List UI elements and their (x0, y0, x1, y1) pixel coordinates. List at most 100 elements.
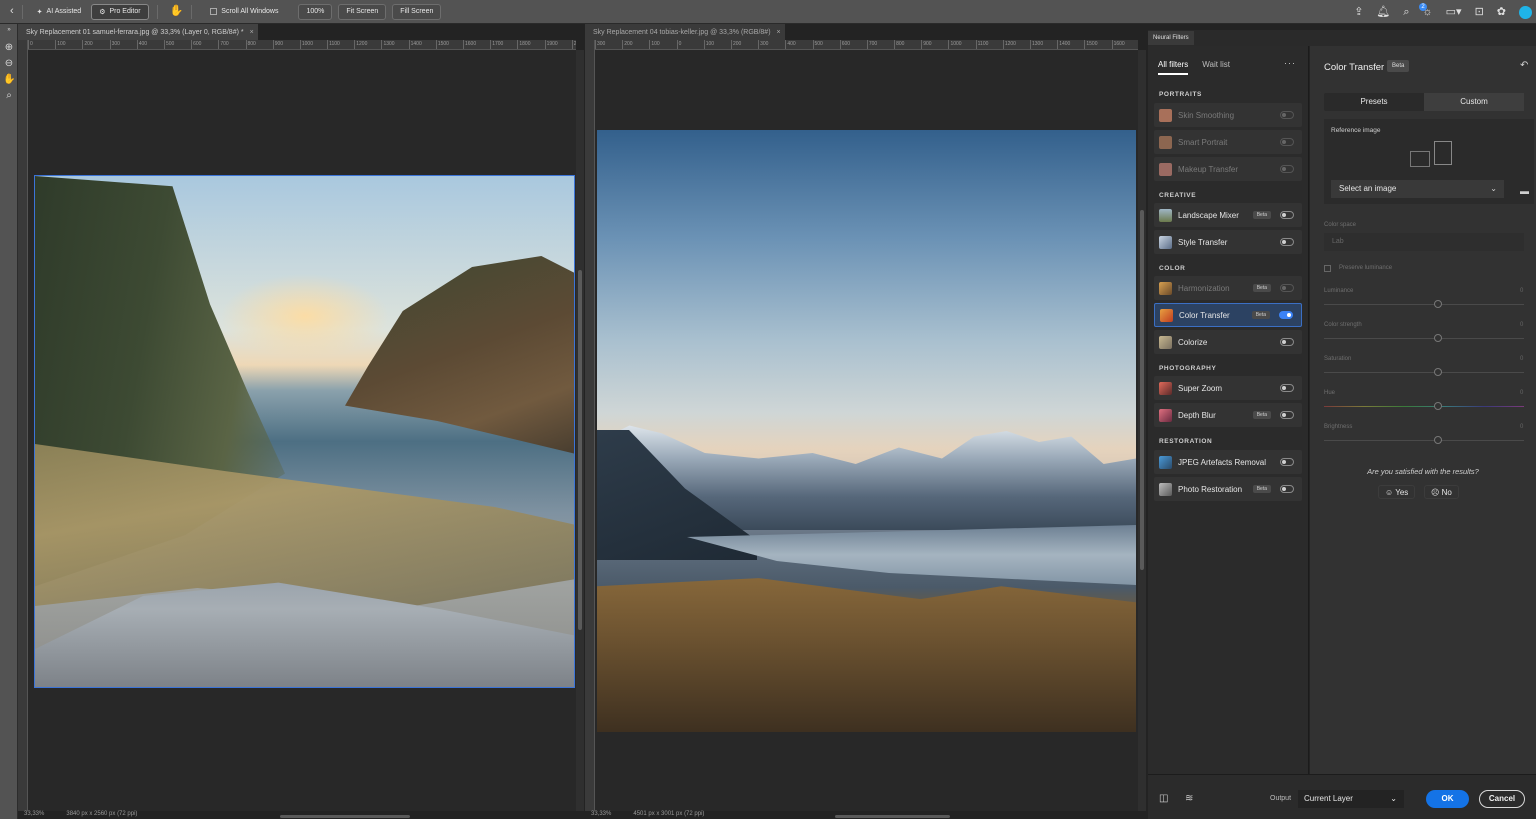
tab-all-filters[interactable]: All filters (1158, 60, 1189, 75)
horizontal-scroll-thumb-1[interactable] (280, 815, 410, 818)
apps-icon[interactable]: ✿ (1497, 6, 1506, 18)
luminance-slider[interactable] (1324, 300, 1524, 308)
magnifier-icon[interactable]: ⌕ (3, 90, 15, 102)
expand-tools-icon[interactable]: » (3, 24, 15, 36)
filter-toggle[interactable] (1280, 238, 1294, 246)
ruler-tick: 300 (109, 40, 137, 49)
feedback-question: Are you satisfied with the results? (1367, 467, 1479, 476)
brightness-label: Brightness (1324, 424, 1353, 430)
ruler-tick: 900 (921, 40, 948, 49)
filter-toggle[interactable] (1280, 458, 1294, 466)
zoom-in-icon[interactable]: ⊕ (3, 42, 15, 54)
pro-editor-button[interactable]: ⚙ Pro Editor (91, 3, 149, 20)
zoom-out-icon[interactable]: ⊖ (3, 58, 15, 70)
screen-mode-icon[interactable]: ⊡ (1475, 6, 1484, 18)
luminance-value: 0 (1520, 288, 1524, 294)
filter-colorize[interactable]: Colorize (1154, 330, 1302, 354)
scroll-thumb[interactable] (578, 270, 582, 630)
fill-screen-button[interactable]: Fill Screen (392, 3, 442, 20)
tab-wait-list[interactable]: Wait list (1202, 60, 1230, 75)
scroll-all-windows-checkbox[interactable]: Scroll All Windows (202, 4, 286, 20)
filter-harmonization[interactable]: Harmonization Beta (1154, 276, 1302, 300)
filter-skin-smoothing[interactable]: Skin Smoothing (1154, 103, 1302, 127)
filter-jpeg-artefacts-removal[interactable]: JPEG Artefacts Removal (1154, 450, 1302, 474)
saturation-slider[interactable] (1324, 368, 1524, 376)
cancel-button[interactable]: Cancel (1479, 790, 1525, 808)
zoom-100-button[interactable]: 100% (298, 3, 333, 20)
scroll-thumb[interactable] (1140, 210, 1144, 570)
hand-tool-icon[interactable]: ✋ (3, 74, 15, 86)
hand-icon[interactable]: ✋ (170, 6, 184, 17)
compare-icon[interactable]: ◫ (1159, 793, 1168, 804)
brightness-slider[interactable] (1324, 436, 1524, 444)
filter-toggle[interactable] (1280, 138, 1294, 146)
select-image-dropdown[interactable]: Select an image ⌄ (1331, 180, 1504, 198)
reset-icon[interactable]: ↶ (1520, 60, 1528, 71)
more-options-icon[interactable]: ··· (1284, 58, 1296, 68)
mountain-lake-photo[interactable] (597, 130, 1136, 732)
color-space-dropdown[interactable]: Lab (1324, 233, 1524, 251)
feedback-no-button[interactable]: ☹ No (1424, 485, 1459, 499)
close-icon[interactable]: × (250, 29, 254, 36)
layers-icon[interactable]: ≋ (1185, 793, 1193, 804)
slider-knob[interactable] (1434, 300, 1442, 308)
share-icon[interactable]: ⇪ (1354, 6, 1363, 18)
zoom-readout[interactable]: 33,33% (591, 811, 611, 819)
slider-knob[interactable] (1434, 368, 1442, 376)
filter-depth-blur[interactable]: Depth Blur Beta (1154, 403, 1302, 427)
filter-toggle[interactable] (1280, 338, 1294, 346)
filter-toggle[interactable] (1280, 165, 1294, 173)
filter-label: JPEG Artefacts Removal (1178, 457, 1267, 467)
chevron-left-icon[interactable]: ‹ (10, 6, 14, 17)
ruler-tick: 1000 (299, 40, 327, 49)
vertical-ruler-2 (585, 40, 595, 811)
ok-button[interactable]: OK (1426, 790, 1469, 808)
vertical-scrollbar-1[interactable] (576, 50, 584, 811)
hue-slider[interactable] (1324, 402, 1524, 410)
folder-icon[interactable]: ▬ (1520, 186, 1529, 196)
tab-custom[interactable]: Custom (1424, 93, 1524, 111)
feedback-yes-button[interactable]: ☺ Yes (1378, 485, 1416, 499)
bell-icon[interactable]: 🔔︎ (1376, 6, 1390, 18)
filter-landscape-mixer[interactable]: Landscape Mixer Beta (1154, 203, 1302, 227)
output-dropdown[interactable]: Current Layer ⌄ (1298, 790, 1404, 808)
slider-knob[interactable] (1434, 402, 1442, 410)
document-tab-1[interactable]: Sky Replacement 01 samuel-ferrara.jpg @ … (18, 24, 258, 40)
filter-style-transfer[interactable]: Style Transfer (1154, 230, 1302, 254)
filter-toggle[interactable] (1280, 485, 1294, 493)
settings-title: Color Transfer (1324, 62, 1385, 73)
filter-toggle[interactable] (1280, 384, 1294, 392)
slider-knob[interactable] (1434, 334, 1442, 342)
workspace-icon[interactable]: ▭▾ (1446, 6, 1462, 18)
filter-color-transfer[interactable]: Color Transfer Beta (1154, 303, 1302, 327)
fit-screen-button[interactable]: Fit Screen (338, 3, 387, 20)
avatar[interactable] (1519, 5, 1532, 19)
horizontal-scroll-thumb-2[interactable] (835, 815, 950, 818)
face-thumbnail-icon (1159, 135, 1172, 149)
zoom-readout[interactable]: 33,33% (24, 811, 44, 819)
ruler-tick: 1500 (1084, 40, 1111, 49)
filter-makeup-transfer[interactable]: Makeup Transfer (1154, 157, 1302, 181)
ai-assisted-button[interactable]: ✦ AI Assisted (29, 4, 90, 20)
grass-field (597, 578, 1136, 732)
ruler-tick: 0 (28, 40, 55, 49)
filter-toggle[interactable] (1280, 211, 1294, 219)
coastal-rocks-photo[interactable] (34, 175, 575, 688)
document-tab-2[interactable]: Sky Replacement 04 tobias-keller.jpg @ 3… (585, 24, 785, 40)
preserve-luminance-checkbox[interactable] (1324, 265, 1331, 272)
close-icon[interactable]: × (777, 29, 781, 36)
colorize-thumbnail-icon (1159, 335, 1172, 349)
filter-smart-portrait[interactable]: Smart Portrait (1154, 130, 1302, 154)
filter-toggle[interactable] (1279, 311, 1293, 319)
vertical-scrollbar-2[interactable] (1138, 50, 1146, 811)
filter-label: Super Zoom (1178, 383, 1223, 393)
color-strength-slider[interactable] (1324, 334, 1524, 342)
tab-presets[interactable]: Presets (1324, 93, 1424, 111)
filter-toggle[interactable] (1280, 111, 1294, 119)
filter-toggle[interactable] (1280, 284, 1294, 292)
filter-super-zoom[interactable]: Super Zoom (1154, 376, 1302, 400)
search-icon[interactable]: ⌕ (1403, 6, 1409, 18)
slider-knob[interactable] (1434, 436, 1442, 444)
filter-photo-restoration[interactable]: Photo Restoration Beta (1154, 477, 1302, 501)
filter-toggle[interactable] (1280, 411, 1294, 419)
